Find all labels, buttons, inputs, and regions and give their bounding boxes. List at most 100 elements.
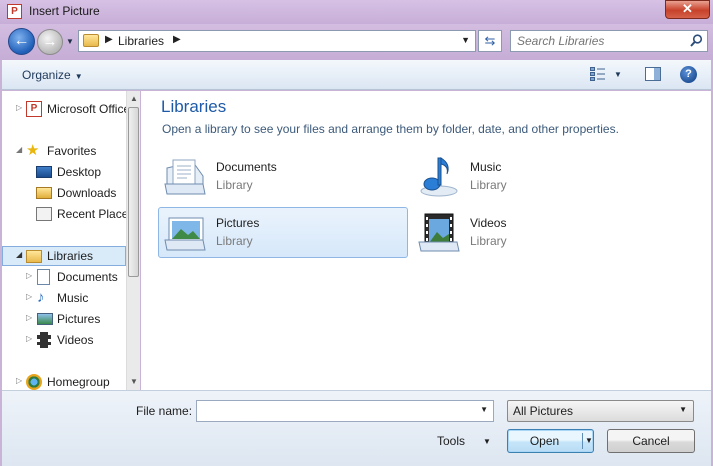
title-bar: P Insert Picture ✕ bbox=[0, 0, 713, 24]
documents-library-icon bbox=[164, 159, 206, 195]
breadcrumb-libraries[interactable]: Libraries bbox=[118, 34, 164, 48]
chevron-down-icon: ▼ bbox=[74, 72, 83, 81]
nav-item-desktop[interactable]: Desktop bbox=[2, 162, 126, 182]
navigation-pane: ▷ P Microsoft Office ◢ ★ Favorites Deskt… bbox=[2, 91, 140, 390]
nav-item-recent-places[interactable]: Recent Places bbox=[2, 204, 126, 224]
libraries-folder-icon bbox=[83, 34, 99, 47]
library-type: Library bbox=[470, 234, 507, 248]
pictures-icon bbox=[37, 313, 53, 325]
libraries-icon bbox=[26, 250, 42, 263]
open-button-label: Open bbox=[529, 434, 560, 448]
library-tile-pictures[interactable]: Pictures Library bbox=[158, 207, 408, 258]
file-name-input[interactable] bbox=[201, 403, 471, 419]
recent-pages-dropdown-icon[interactable]: ▼ bbox=[66, 37, 74, 46]
desktop-icon bbox=[36, 166, 52, 178]
nav-item-libraries[interactable]: ◢ Libraries bbox=[2, 246, 126, 266]
nav-label: Pictures bbox=[57, 312, 101, 326]
change-view-icon[interactable] bbox=[590, 67, 606, 81]
homegroup-icon bbox=[26, 374, 42, 390]
scrollbar-thumb[interactable] bbox=[128, 107, 139, 277]
split-divider bbox=[582, 433, 583, 449]
nav-item-downloads[interactable]: Downloads bbox=[2, 183, 126, 203]
cancel-button[interactable]: Cancel bbox=[607, 429, 695, 453]
nav-item-videos[interactable]: ▷ Videos bbox=[2, 330, 126, 350]
library-tile-videos[interactable]: Videos Library bbox=[412, 207, 662, 258]
chevron-down-icon[interactable]: ▼ bbox=[483, 437, 491, 446]
search-icon[interactable] bbox=[690, 34, 703, 47]
file-type-value: All Pictures bbox=[513, 404, 574, 418]
nav-label: Documents bbox=[57, 270, 118, 284]
close-button[interactable]: ✕ bbox=[665, 0, 710, 19]
library-name: Documents bbox=[216, 160, 277, 174]
collapse-arrow-icon[interactable]: ◢ bbox=[16, 250, 22, 259]
page-subtitle: Open a library to see your files and arr… bbox=[162, 122, 619, 136]
music-library-icon bbox=[420, 157, 458, 197]
library-tile-music[interactable]: Music Library bbox=[412, 151, 662, 202]
nav-label: Microsoft Office bbox=[47, 102, 126, 116]
view-options-dropdown-icon[interactable]: ▼ bbox=[614, 70, 622, 79]
nav-item-pictures[interactable]: ▷ Pictures bbox=[2, 309, 126, 329]
page-title: Libraries bbox=[161, 97, 227, 116]
search-box[interactable] bbox=[510, 30, 708, 52]
library-content-area: Libraries Open a library to see your fil… bbox=[141, 91, 711, 390]
library-tile-documents[interactable]: Documents Library bbox=[158, 151, 408, 202]
nav-item-homegroup[interactable]: ▷ Homegroup bbox=[2, 372, 126, 392]
back-button[interactable]: ← bbox=[8, 28, 35, 55]
address-bar[interactable]: ▶ Libraries ▶ ▼ bbox=[78, 30, 476, 52]
open-button[interactable]: Open ▼ bbox=[507, 429, 594, 453]
videos-library-icon bbox=[418, 213, 460, 252]
chevron-down-icon: ▼ bbox=[679, 405, 687, 414]
library-type: Library bbox=[470, 178, 507, 192]
scroll-down-icon[interactable]: ▼ bbox=[130, 377, 138, 386]
refresh-button[interactable]: ⇆ bbox=[478, 30, 502, 52]
nav-item-microsoft-office[interactable]: ▷ P Microsoft Office bbox=[2, 99, 126, 119]
nav-label: Desktop bbox=[57, 165, 102, 179]
navigation-bar: ← → ▼ ▶ Libraries ▶ ▼ ⇆ bbox=[0, 24, 713, 60]
recent-places-icon bbox=[36, 207, 52, 221]
search-input[interactable] bbox=[517, 33, 687, 49]
chevron-down-icon[interactable]: ▼ bbox=[480, 405, 488, 414]
preview-pane-icon[interactable] bbox=[645, 67, 661, 81]
file-name-combobox[interactable]: ▼ bbox=[196, 400, 494, 422]
forward-button[interactable]: → bbox=[37, 29, 63, 55]
expand-arrow-icon[interactable]: ▷ bbox=[26, 334, 32, 343]
expand-arrow-icon[interactable]: ▷ bbox=[26, 292, 32, 301]
breadcrumb-separator-icon[interactable]: ▶ bbox=[105, 34, 113, 45]
expand-arrow-icon[interactable]: ▷ bbox=[26, 313, 32, 322]
expand-arrow-icon[interactable]: ▷ bbox=[26, 271, 32, 280]
app-icon: P bbox=[7, 4, 22, 19]
window-title: Insert Picture bbox=[29, 4, 100, 18]
nav-label: Videos bbox=[57, 333, 94, 347]
nav-item-music[interactable]: ▷ ♪ Music bbox=[2, 288, 126, 308]
expand-arrow-icon[interactable]: ▷ bbox=[16, 103, 22, 112]
breadcrumb-separator-icon[interactable]: ▶ bbox=[173, 34, 181, 45]
nav-label: Downloads bbox=[57, 186, 117, 200]
file-name-label: File name: bbox=[136, 404, 193, 418]
file-dialog-footer: File name: ▼ All Pictures ▼ Tools ▼ Open… bbox=[2, 390, 711, 466]
nav-label: Favorites bbox=[47, 144, 97, 158]
collapse-arrow-icon[interactable]: ◢ bbox=[16, 145, 22, 154]
microsoft-office-icon: P bbox=[26, 101, 42, 117]
star-icon: ★ bbox=[26, 142, 40, 159]
organize-label: Organize bbox=[22, 68, 71, 82]
organize-menu[interactable]: Organize ▼ bbox=[22, 68, 83, 82]
address-history-dropdown-icon[interactable]: ▼ bbox=[461, 35, 470, 45]
file-type-select[interactable]: All Pictures ▼ bbox=[507, 400, 694, 422]
library-type: Library bbox=[216, 234, 253, 248]
help-icon[interactable]: ? bbox=[680, 66, 697, 83]
library-name: Videos bbox=[470, 216, 507, 230]
documents-icon bbox=[37, 269, 50, 285]
nav-label: Libraries bbox=[47, 249, 94, 263]
music-note-icon: ♪ bbox=[37, 289, 45, 306]
film-strip-icon bbox=[37, 332, 51, 348]
library-name: Music bbox=[470, 160, 502, 174]
open-options-dropdown-icon[interactable]: ▼ bbox=[585, 430, 593, 452]
scroll-up-icon[interactable]: ▲ bbox=[130, 94, 138, 103]
library-name: Pictures bbox=[216, 216, 260, 230]
expand-arrow-icon[interactable]: ▷ bbox=[16, 376, 22, 385]
nav-item-favorites[interactable]: ◢ ★ Favorites bbox=[2, 141, 126, 161]
nav-item-documents[interactable]: ▷ Documents bbox=[2, 267, 126, 287]
tools-menu[interactable]: Tools bbox=[437, 434, 465, 448]
navpane-scrollbar[interactable]: ▲ ▼ bbox=[126, 91, 140, 390]
nav-label: Recent Places bbox=[57, 207, 126, 221]
